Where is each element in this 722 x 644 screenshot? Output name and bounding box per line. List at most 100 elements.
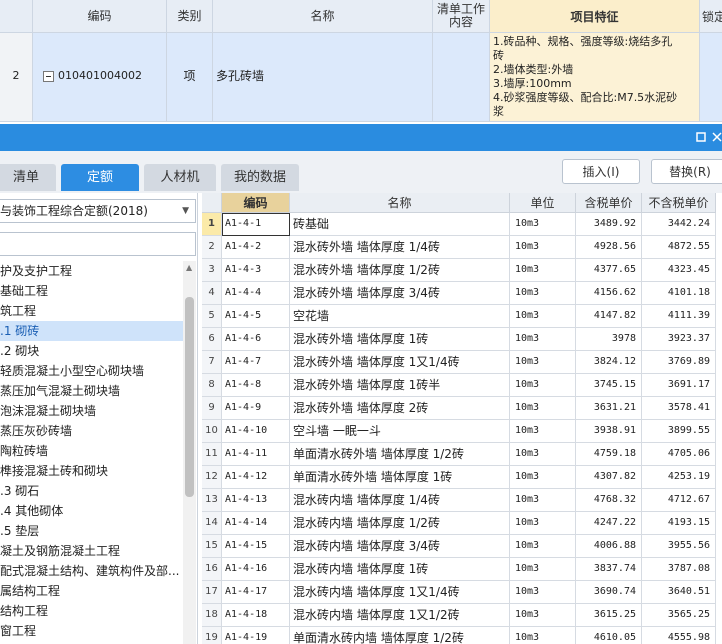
table-row[interactable]: 4 A1-4-4 混水砖外墙 墙体厚度 3/4砖 10m3 4156.62 4101.18 — [202, 282, 722, 305]
tab-my-data[interactable]: 我的数据 — [221, 164, 299, 191]
quota-code[interactable]: A1-4-14 — [222, 512, 290, 535]
quota-code[interactable]: A1-4-11 — [222, 443, 290, 466]
tax-price[interactable]: 4377.65 — [576, 259, 642, 282]
header-type[interactable]: 类别 — [167, 0, 213, 33]
quota-unit[interactable]: 10m3 — [510, 627, 576, 644]
quota-code[interactable]: A1-4-8 — [222, 374, 290, 397]
quota-name[interactable]: 混水砖内墙 墙体厚度 1砖 — [290, 558, 510, 581]
collapse-icon[interactable] — [43, 70, 54, 82]
bill-row-lock[interactable] — [700, 33, 722, 122]
tree-item[interactable]: 蒸压灰砂砖墙 — [0, 421, 183, 441]
table-row[interactable]: 6 A1-4-6 混水砖外墙 墙体厚度 1砖 10m3 3978 3923.37 — [202, 328, 722, 351]
tab-bill[interactable]: 清单 — [0, 164, 56, 191]
tree-item[interactable]: .2 砌块 — [0, 341, 183, 361]
quota-code[interactable]: A1-4-17 — [222, 581, 290, 604]
grid-header-unit[interactable]: 单位 — [510, 193, 576, 213]
tax-price[interactable]: 3978 — [576, 328, 642, 351]
quota-code[interactable]: A1-4-6 — [222, 328, 290, 351]
header-code[interactable]: 编码 — [33, 0, 167, 33]
quota-code[interactable]: A1-4-1 — [222, 213, 290, 236]
table-row[interactable]: 11 A1-4-11 单面清水砖外墙 墙体厚度 1/2砖 10m3 4759.18 470… — [202, 443, 722, 466]
bill-row-work-content[interactable] — [433, 33, 490, 122]
grid-header-code[interactable]: 编码 — [222, 193, 290, 213]
tree-item[interactable]: 陶粒砖墙 — [0, 441, 183, 461]
table-row[interactable]: 16 A1-4-16 混水砖内墙 墙体厚度 1砖 10m3 3837.74 3787.08 — [202, 558, 722, 581]
quota-name[interactable]: 混水砖内墙 墙体厚度 1/2砖 — [290, 512, 510, 535]
tree-item[interactable]: 榫接混凝土砖和砌块 — [0, 461, 183, 481]
header-work-content[interactable]: 清单工作 内容 — [433, 0, 490, 33]
notax-price[interactable]: 4101.18 — [642, 282, 716, 305]
tax-price[interactable]: 4610.05 — [576, 627, 642, 644]
quota-name[interactable]: 混水砖内墙 墙体厚度 1又1/2砖 — [290, 604, 510, 627]
table-row[interactable]: 10 A1-4-10 空斗墙 一眠一斗 10m3 3938.91 3899.55 — [202, 420, 722, 443]
tab-quota[interactable]: 定额 — [61, 164, 139, 191]
table-row[interactable]: 2 A1-4-2 混水砖外墙 墙体厚度 1/4砖 10m3 4928.56 4872.55 — [202, 236, 722, 259]
quota-name[interactable]: 单面清水砖外墙 墙体厚度 1/2砖 — [290, 443, 510, 466]
quota-code[interactable]: A1-4-5 — [222, 305, 290, 328]
tax-price[interactable]: 4307.82 — [576, 466, 642, 489]
notax-price[interactable]: 3899.55 — [642, 420, 716, 443]
quota-unit[interactable]: 10m3 — [510, 328, 576, 351]
tree-scrollbar[interactable] — [183, 261, 196, 644]
table-row[interactable]: 5 A1-4-5 空花墙 10m3 4147.82 4111.39 — [202, 305, 722, 328]
quota-code[interactable]: A1-4-13 — [222, 489, 290, 512]
quota-code[interactable]: A1-4-3 — [222, 259, 290, 282]
header-lock[interactable]: 锁定 — [700, 0, 722, 33]
tax-price[interactable]: 3615.25 — [576, 604, 642, 627]
restore-icon[interactable] — [690, 124, 712, 151]
tree-item[interactable]: 凝土及钢筋混凝土工程 — [0, 541, 183, 561]
bill-row-name[interactable]: 多孔砖墙 — [213, 33, 433, 122]
quota-unit[interactable]: 10m3 — [510, 259, 576, 282]
grid-header-notax-price[interactable]: 不含税单价 — [642, 193, 716, 213]
tax-price[interactable]: 4759.18 — [576, 443, 642, 466]
quota-name[interactable]: 混水砖内墙 墙体厚度 1/4砖 — [290, 489, 510, 512]
quota-code[interactable]: A1-4-2 — [222, 236, 290, 259]
tree-item[interactable]: 属结构工程 — [0, 581, 183, 601]
quota-name[interactable]: 单面清水砖内墙 墙体厚度 1/2砖 — [290, 627, 510, 644]
header-feature[interactable]: 项目特征 — [490, 0, 700, 33]
quota-name[interactable]: 混水砖内墙 墙体厚度 1又1/4砖 — [290, 581, 510, 604]
bill-row-feature[interactable]: 1.砖品种、规格、强度等级:烧结多孔 砖 2.墙体类型:外墙 3.墙厚:100m… — [490, 33, 700, 122]
quota-name[interactable]: 混水砖外墙 墙体厚度 1又1/4砖 — [290, 351, 510, 374]
tax-price[interactable]: 3837.74 — [576, 558, 642, 581]
dropdown-arrow-icon[interactable]: ▼ — [182, 200, 189, 222]
notax-price[interactable]: 4111.39 — [642, 305, 716, 328]
tax-price[interactable]: 3745.15 — [576, 374, 642, 397]
scroll-up-icon[interactable]: ▲ — [186, 263, 192, 272]
notax-price[interactable]: 4705.06 — [642, 443, 716, 466]
quota-code[interactable]: A1-4-9 — [222, 397, 290, 420]
tree-item[interactable]: 蒸压加气混凝土砌块墙 — [0, 381, 183, 401]
table-row[interactable]: 9 A1-4-9 混水砖外墙 墙体厚度 2砖 10m3 3631.21 3578.41 — [202, 397, 722, 420]
quota-unit[interactable]: 10m3 — [510, 535, 576, 558]
table-row[interactable]: 19 A1-4-19 单面清水砖内墙 墙体厚度 1/2砖 10m3 4610.05 455… — [202, 627, 722, 644]
tax-price[interactable]: 4247.22 — [576, 512, 642, 535]
tree-item[interactable]: 护及支护工程 — [0, 261, 183, 281]
tax-price[interactable]: 4768.32 — [576, 489, 642, 512]
quota-unit[interactable]: 10m3 — [510, 466, 576, 489]
notax-price[interactable]: 3565.25 — [642, 604, 716, 627]
notax-price[interactable]: 3787.08 — [642, 558, 716, 581]
notax-price[interactable]: 4323.45 — [642, 259, 716, 282]
quota-name[interactable]: 砖基础 — [290, 213, 510, 236]
insert-button[interactable]: 插入(I) — [562, 159, 640, 184]
quota-name[interactable]: 单面清水砖外墙 墙体厚度 1砖 — [290, 466, 510, 489]
tree-item[interactable]: 泡沫混凝土砌块墙 — [0, 401, 183, 421]
quota-unit[interactable]: 10m3 — [510, 443, 576, 466]
tree-item-selected[interactable]: .1 砌砖 — [0, 321, 183, 341]
quota-name[interactable]: 混水砖外墙 墙体厚度 1砖 — [290, 328, 510, 351]
quota-unit[interactable]: 10m3 — [510, 351, 576, 374]
quota-name[interactable]: 混水砖外墙 墙体厚度 3/4砖 — [290, 282, 510, 305]
table-row[interactable]: 12 A1-4-12 单面清水砖外墙 墙体厚度 1砖 10m3 4307.82 4253.… — [202, 466, 722, 489]
notax-price[interactable]: 4712.67 — [642, 489, 716, 512]
tree-scrollbar-thumb[interactable] — [185, 297, 194, 497]
quota-code[interactable]: A1-4-19 — [222, 627, 290, 644]
quota-name[interactable]: 空花墙 — [290, 305, 510, 328]
quota-unit[interactable]: 10m3 — [510, 604, 576, 627]
quota-unit[interactable]: 10m3 — [510, 282, 576, 305]
notax-price[interactable]: 3640.51 — [642, 581, 716, 604]
notax-price[interactable]: 3923.37 — [642, 328, 716, 351]
tree-item[interactable]: 基础工程 — [0, 281, 183, 301]
notax-price[interactable]: 3769.89 — [642, 351, 716, 374]
quota-unit[interactable]: 10m3 — [510, 236, 576, 259]
quota-name[interactable]: 混水砖外墙 墙体厚度 1砖半 — [290, 374, 510, 397]
